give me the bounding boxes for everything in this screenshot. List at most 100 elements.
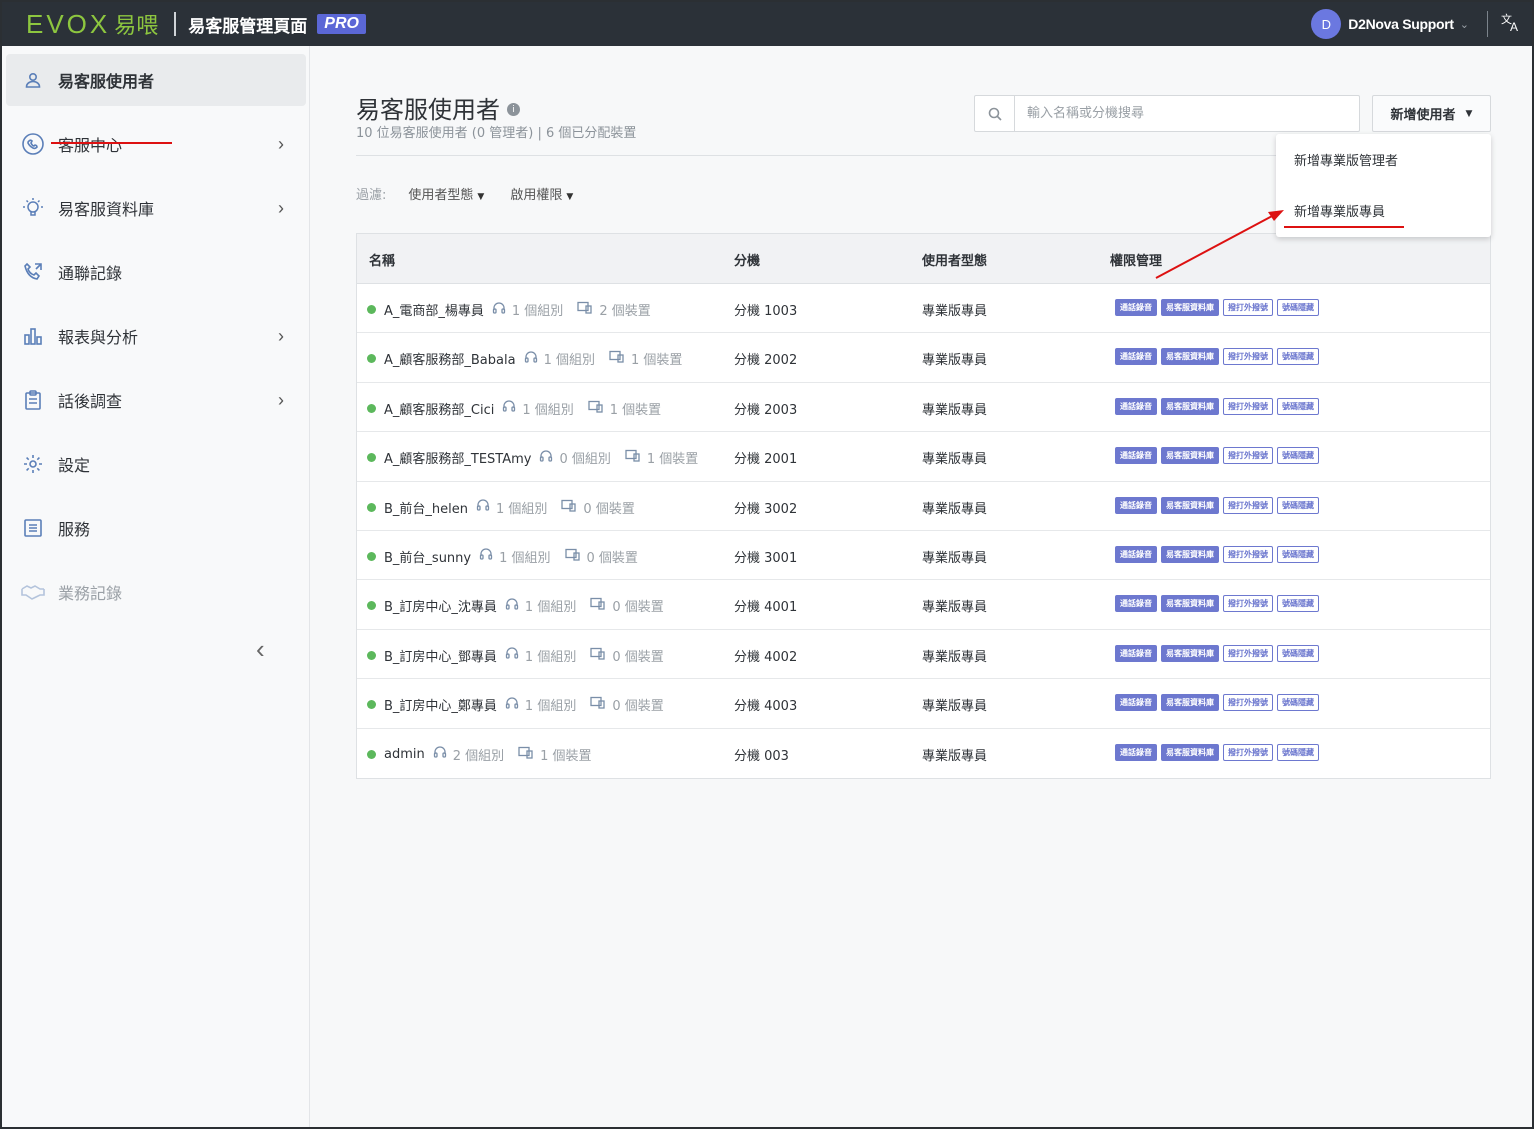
permission-tag-knowledge-base[interactable]: 易客服資料庫: [1161, 644, 1219, 662]
table-row[interactable]: B_前台_sunny 1 個組別 0 個裝置 分機 3001 專業版專員 通話錄…: [357, 531, 1490, 581]
permission-tag-outbound-call[interactable]: 撥打外撥號: [1223, 348, 1273, 366]
permission-tag-call-recording[interactable]: 通話錄音: [1115, 299, 1157, 316]
extension-cell: 分機 3002: [734, 501, 798, 517]
sidebar-item-users[interactable]: 易客服使用者: [6, 54, 306, 106]
permission-tag-knowledge-base[interactable]: 易客服資料庫: [1161, 545, 1219, 563]
column-header-user-type[interactable]: 使用者型態: [922, 250, 987, 269]
user-name-link[interactable]: A_顧客服務部_Babala: [384, 349, 516, 368]
table-row[interactable]: A_顧客服務部_TESTAmy 0 個組別 1 個裝置 分機 2001 專業版專…: [357, 432, 1490, 482]
permission-tag-outbound-call[interactable]: 撥打外撥號: [1223, 694, 1273, 712]
search-input[interactable]: [1015, 96, 1359, 131]
permission-tag-number-hiding[interactable]: 號碼隱藏: [1277, 743, 1319, 761]
table-row[interactable]: B_訂房中心_鄧專員 1 個組別 0 個裝置 分機 4002 專業版專員 通話錄…: [357, 630, 1490, 680]
collapse-sidebar-icon[interactable]: ‹: [256, 634, 265, 665]
user-name-link[interactable]: A_顧客服務部_Cici: [384, 399, 494, 418]
permission-tag-number-hiding[interactable]: 號碼隱藏: [1277, 644, 1319, 662]
permission-tag-outbound-call[interactable]: 撥打外撥號: [1223, 397, 1273, 415]
permission-tag-outbound-call[interactable]: 撥打外撥號: [1223, 595, 1273, 613]
groups-count-text: 1 個組別: [496, 501, 548, 517]
permission-tag-number-hiding[interactable]: 號碼隱藏: [1277, 496, 1319, 514]
permission-tag-outbound-call[interactable]: 撥打外撥號: [1223, 299, 1273, 316]
groups-count-text: 1 個組別: [524, 699, 577, 715]
permission-tag-call-recording[interactable]: 通話錄音: [1115, 545, 1157, 563]
permission-tag-call-recording[interactable]: 通話錄音: [1115, 447, 1157, 465]
permission-tag-number-hiding[interactable]: 號碼隱藏: [1277, 397, 1319, 415]
permission-tag-outbound-call[interactable]: 撥打外撥號: [1223, 545, 1273, 563]
table-row[interactable]: A_顧客服務部_Cici 1 個組別 1 個裝置 分機 2003 專業版專員 通…: [357, 383, 1490, 433]
device-icon: [590, 597, 606, 614]
annotation-underline: [51, 142, 172, 144]
add-user-button[interactable]: 新增使用者 ▼: [1372, 95, 1491, 132]
sidebar-item-call-logs[interactable]: 通聯記錄: [6, 246, 306, 298]
groups-count: 2 個組別: [433, 745, 504, 764]
dropdown-item-add-pro-agent[interactable]: 新增專業版專員: [1294, 201, 1385, 220]
sidebar-item-business-records[interactable]: 業務記錄: [6, 566, 306, 618]
user-type-cell: 專業版專員: [922, 402, 988, 418]
sidebar-item-settings[interactable]: 設定: [6, 438, 306, 490]
user-name-link[interactable]: B_前台_helen: [384, 498, 468, 517]
chevron-down-icon[interactable]: ⌄: [1460, 18, 1469, 31]
permission-tag-number-hiding[interactable]: 號碼隱藏: [1277, 595, 1319, 613]
table-row[interactable]: admin 2 個組別 1 個裝置 分機 003 專業版專員 通話錄音 易客服資…: [357, 729, 1490, 778]
sidebar-item-contact-center[interactable]: 客服中心 ›: [6, 118, 306, 170]
dropdown-item-add-pro-admin[interactable]: 新增專業版管理者: [1294, 150, 1398, 169]
permission-tag-number-hiding[interactable]: 號碼隱藏: [1277, 545, 1319, 563]
sidebar-item-survey[interactable]: 話後調查 ›: [6, 374, 306, 426]
permission-tag-number-hiding[interactable]: 號碼隱藏: [1277, 299, 1319, 316]
add-user-dropdown: 新增專業版管理者 新增專業版專員: [1276, 134, 1491, 237]
permission-tag-call-recording[interactable]: 通話錄音: [1115, 644, 1157, 662]
user-name-link[interactable]: B_訂房中心_鄭專員: [384, 695, 497, 714]
devices-count-text: 0 個裝置: [612, 649, 664, 665]
permission-tag-knowledge-base[interactable]: 易客服資料庫: [1161, 496, 1219, 514]
chevron-right-icon: ›: [278, 390, 284, 410]
filter-user-type[interactable]: 使用者型態 ▼: [408, 184, 484, 203]
permission-tag-knowledge-base[interactable]: 易客服資料庫: [1161, 447, 1219, 465]
permission-tag-knowledge-base[interactable]: 易客服資料庫: [1161, 348, 1219, 366]
translate-icon[interactable]: 文 A: [1500, 11, 1522, 38]
page-title-text: 易客服使用者: [356, 96, 500, 124]
gear-icon: [20, 451, 46, 477]
permission-tag-call-recording[interactable]: 通話錄音: [1115, 743, 1157, 761]
permission-tag-knowledge-base[interactable]: 易客服資料庫: [1161, 397, 1219, 415]
permission-tag-call-recording[interactable]: 通話錄音: [1115, 496, 1157, 514]
table-row[interactable]: A_電商部_楊專員 1 個組別 2 個裝置 分機 1003 專業版專員 通話錄音…: [357, 284, 1490, 334]
sidebar-item-reports[interactable]: 報表與分析 ›: [6, 310, 306, 362]
permission-tag-outbound-call[interactable]: 撥打外撥號: [1223, 496, 1273, 514]
user-name[interactable]: D2Nova Support: [1348, 16, 1454, 32]
table-row[interactable]: A_顧客服務部_Babala 1 個組別 1 個裝置 分機 2002 專業版專員…: [357, 333, 1490, 383]
permission-tag-call-recording[interactable]: 通話錄音: [1115, 595, 1157, 613]
permission-tag-outbound-call[interactable]: 撥打外撥號: [1223, 644, 1273, 662]
table-row[interactable]: B_訂房中心_鄭專員 1 個組別 0 個裝置 分機 4003 專業版專員 通話錄…: [357, 679, 1490, 729]
permission-tag-knowledge-base[interactable]: 易客服資料庫: [1161, 299, 1219, 316]
user-name-link[interactable]: B_訂房中心_鄧專員: [384, 646, 497, 665]
table-row[interactable]: B_訂房中心_沈專員 1 個組別 0 個裝置 分機 4001 專業版專員 通話錄…: [357, 580, 1490, 630]
permission-tag-call-recording[interactable]: 通話錄音: [1115, 348, 1157, 366]
permission-tag-outbound-call[interactable]: 撥打外撥號: [1223, 447, 1273, 465]
user-name-link[interactable]: A_顧客服務部_TESTAmy: [384, 448, 531, 467]
permission-tag-knowledge-base[interactable]: 易客服資料庫: [1161, 694, 1219, 712]
devices-count: 0 個裝置: [590, 596, 664, 615]
user-name-link[interactable]: B_前台_sunny: [384, 547, 471, 566]
column-header-name[interactable]: 名稱: [369, 250, 395, 269]
table-row[interactable]: B_前台_helen 1 個組別 0 個裝置 分機 3002 專業版專員 通話錄…: [357, 482, 1490, 531]
user-name-link[interactable]: B_訂房中心_沈專員: [384, 596, 497, 615]
permission-tag-knowledge-base[interactable]: 易客服資料庫: [1161, 743, 1219, 761]
clipboard-icon: [20, 387, 46, 413]
sidebar-item-knowledge-base[interactable]: 易客服資料庫 ›: [6, 182, 306, 234]
permission-tag-number-hiding[interactable]: 號碼隱藏: [1277, 447, 1319, 465]
avatar[interactable]: D: [1311, 9, 1342, 39]
permission-tag-outbound-call[interactable]: 撥打外撥號: [1223, 743, 1273, 761]
permission-tag-number-hiding[interactable]: 號碼隱藏: [1277, 694, 1319, 712]
column-header-permissions[interactable]: 權限管理: [1110, 250, 1162, 269]
permission-tag-number-hiding[interactable]: 號碼隱藏: [1277, 348, 1319, 366]
info-icon[interactable]: i: [507, 103, 520, 116]
permission-tag-call-recording[interactable]: 通話錄音: [1115, 694, 1157, 712]
user-name-link[interactable]: A_電商部_楊專員: [384, 300, 484, 319]
user-name-link[interactable]: admin: [384, 747, 425, 762]
sidebar-item-services[interactable]: 服務: [6, 502, 306, 554]
column-header-extension[interactable]: 分機: [734, 250, 760, 269]
logo[interactable]: EVOX 易喂: [26, 8, 158, 40]
filter-permission[interactable]: 啟用權限 ▼: [510, 184, 573, 203]
permission-tag-knowledge-base[interactable]: 易客服資料庫: [1161, 595, 1219, 613]
permission-tag-call-recording[interactable]: 通話錄音: [1115, 397, 1157, 415]
